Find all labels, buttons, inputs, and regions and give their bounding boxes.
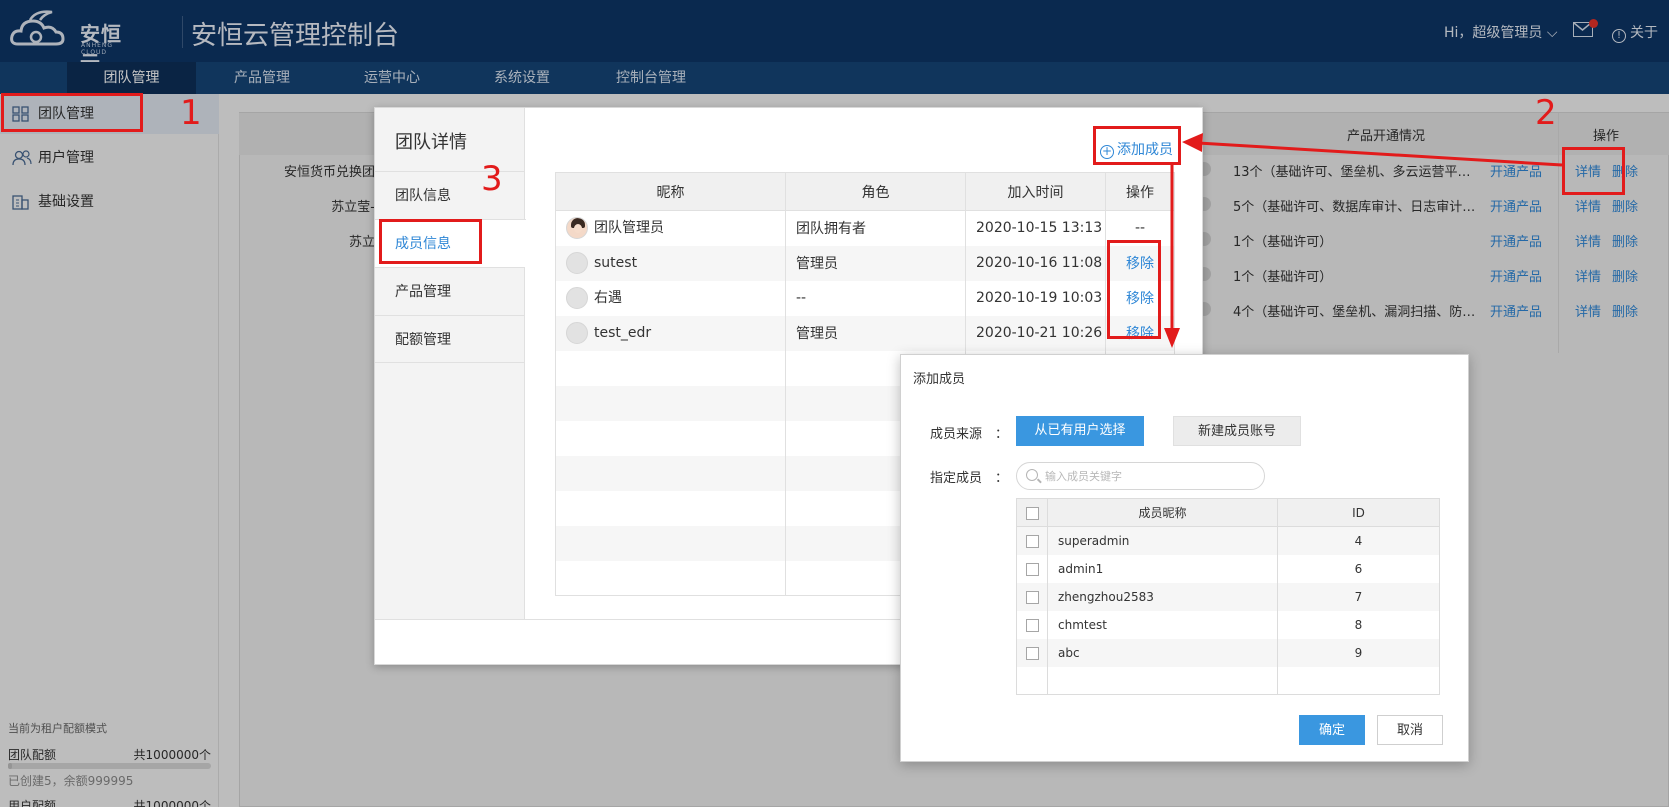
table-header-row: 成员昵称 ID <box>1016 498 1440 527</box>
cancel-button[interactable]: 取消 <box>1377 715 1443 745</box>
create-new-account-button[interactable]: 新建成员账号 <box>1173 416 1301 446</box>
search-icon <box>1026 469 1038 481</box>
user-id: 6 <box>1277 554 1440 583</box>
user-checkbox[interactable] <box>1025 590 1039 604</box>
annotation-number-2: 2 <box>1535 93 1557 133</box>
user-name: zhengzhou2583 <box>1047 582 1278 611</box>
table-row: chmtest 8 <box>1016 610 1440 639</box>
user-name: abc <box>1047 638 1278 667</box>
member-role: 管理员 <box>785 315 966 351</box>
table-header-row: 昵称 角色 加入时间 操作 <box>555 172 1175 211</box>
user-id: 4 <box>1277 526 1440 555</box>
member-joined: 2020-10-21 10:26 <box>965 315 1106 351</box>
table-row: superadmin 4 <box>1016 526 1440 555</box>
col-member-nickname: 成员昵称 <box>1047 498 1278 527</box>
member-nickname: 团队管理员 <box>555 210 786 246</box>
confirm-button[interactable]: 确定 <box>1299 715 1365 745</box>
avatar <box>566 217 588 240</box>
user-name: chmtest <box>1047 610 1278 639</box>
member-nickname: sutest <box>555 245 786 281</box>
nickname-text: sutest <box>594 255 638 271</box>
user-id: 8 <box>1277 610 1440 639</box>
add-dialog-title: 添加成员 <box>913 372 966 387</box>
table-row: admin1 6 <box>1016 554 1440 583</box>
user-checkbox[interactable] <box>1025 562 1039 576</box>
user-select-table: 成员昵称 ID superadmin 4 admin1 6 zhengzhou2… <box>1016 498 1440 695</box>
user-id: 9 <box>1277 638 1440 667</box>
user-checkbox[interactable] <box>1025 618 1039 632</box>
annotation-box-remove-links <box>1107 240 1161 339</box>
source-label: 成员来源 <box>930 427 983 442</box>
table-row: test_edr 管理员 2020-10-21 10:26 移除 <box>555 315 1175 351</box>
col-nickname: 昵称 <box>555 172 786 211</box>
select-all-checkbox[interactable] <box>1025 506 1039 520</box>
nickname-text: test_edr <box>594 325 652 341</box>
table-row: 右遇 -- 2020-10-19 10:03 移除 <box>555 280 1175 316</box>
user-name: admin1 <box>1047 554 1278 583</box>
add-member-dialog: 添加成员 成员来源 ： 从已有用户选择 新建成员账号 指定成员 ： 成员昵称 I… <box>900 354 1469 762</box>
annotation-box-detail <box>1562 147 1625 195</box>
select-existing-user-button[interactable]: 从已有用户选择 <box>1016 416 1144 446</box>
annotation-box-member-info <box>379 219 482 264</box>
table-row: zhengzhou2583 7 <box>1016 582 1440 611</box>
col-joined: 加入时间 <box>965 172 1106 211</box>
menu-product-management[interactable]: 产品管理 <box>375 267 525 315</box>
select-all-cell <box>1016 498 1048 527</box>
checkbox-cell <box>1016 582 1048 611</box>
avatar <box>566 322 588 344</box>
annotation-box-add-member <box>1093 126 1181 165</box>
dialog-title: 团队详情 <box>395 132 467 153</box>
checkbox-cell <box>1016 610 1048 639</box>
empty-row <box>1016 666 1440 695</box>
table-row: abc 9 <box>1016 638 1440 667</box>
member-role: 团队拥有者 <box>785 210 966 246</box>
checkbox-cell <box>1016 526 1048 555</box>
member-search-input[interactable] <box>1045 466 1255 486</box>
member-nickname: 右遇 <box>555 280 786 316</box>
col-action: 操作 <box>1105 172 1175 211</box>
col-id: ID <box>1277 498 1440 527</box>
avatar <box>566 287 588 309</box>
annotation-number-3: 3 <box>481 159 503 199</box>
nickname-text: 右遇 <box>594 290 622 306</box>
source-colon: ： <box>995 427 1009 442</box>
avatar <box>566 252 588 274</box>
assign-label: 指定成员 <box>930 471 983 486</box>
member-joined: 2020-10-19 10:03 <box>965 280 1106 316</box>
member-joined: 2020-10-15 13:13 <box>965 210 1106 246</box>
menu-quota-management[interactable]: 配额管理 <box>375 315 525 363</box>
member-role: 管理员 <box>785 245 966 281</box>
table-row: sutest 管理员 2020-10-16 11:08 移除 <box>555 245 1175 281</box>
user-name: superadmin <box>1047 526 1278 555</box>
checkbox-cell <box>1016 554 1048 583</box>
col-role: 角色 <box>785 172 966 211</box>
user-checkbox[interactable] <box>1025 646 1039 660</box>
user-checkbox[interactable] <box>1025 534 1039 548</box>
annotation-number-1: 1 <box>180 93 202 133</box>
assign-colon: ： <box>995 471 1009 486</box>
member-role: -- <box>785 280 966 316</box>
checkbox-cell <box>1016 638 1048 667</box>
member-search-box <box>1016 462 1265 490</box>
annotation-box-sidebar <box>1 93 143 132</box>
member-nickname: test_edr <box>555 315 786 351</box>
user-id: 7 <box>1277 582 1440 611</box>
nickname-text: 团队管理员 <box>594 220 664 237</box>
member-joined: 2020-10-16 11:08 <box>965 245 1106 281</box>
table-row: 团队管理员 团队拥有者 2020-10-15 13:13 -- <box>555 210 1175 246</box>
